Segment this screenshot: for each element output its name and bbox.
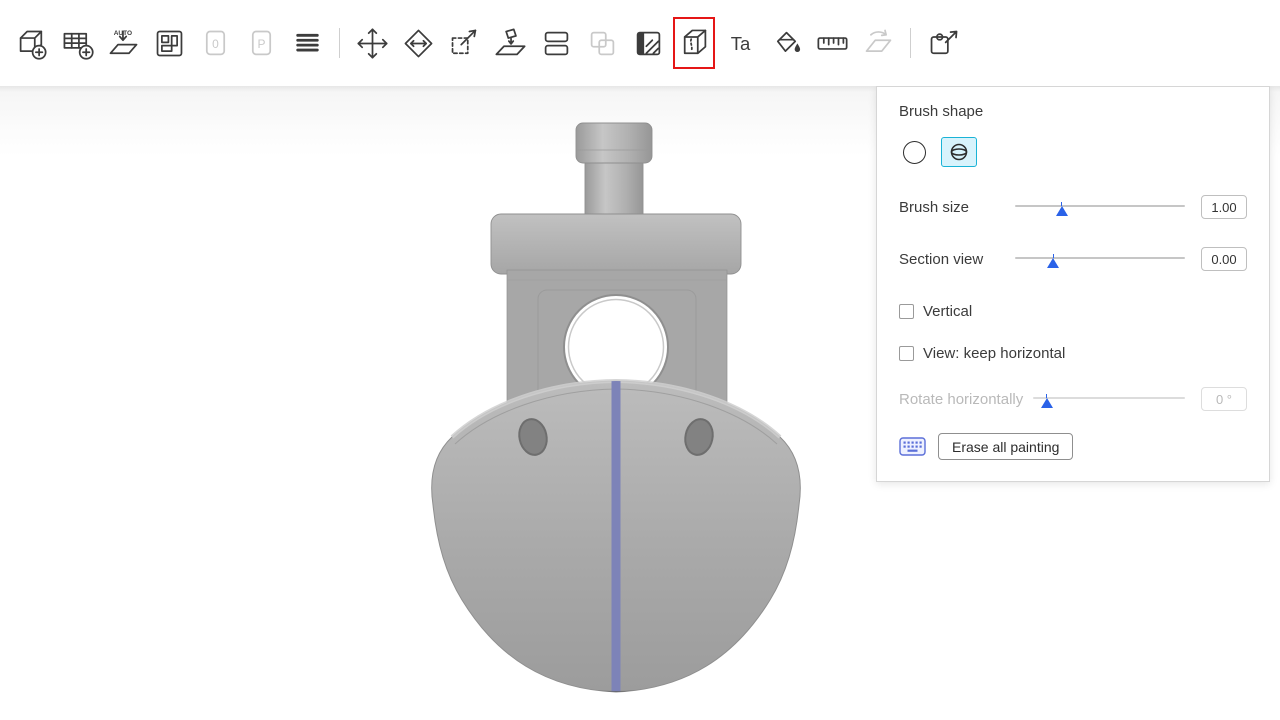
vertical-checkbox[interactable] [899,304,914,319]
seam-paint-stroke [612,381,621,701]
section-view-slider-thumb[interactable] [1047,258,1059,268]
brush-size-slider-thumb[interactable] [1056,206,1068,216]
rotate-horizontally-slider[interactable] [1031,387,1187,411]
arrange-button[interactable] [146,15,192,71]
vertical-checkbox-row[interactable]: Vertical [899,303,1247,320]
brush-size-slider[interactable] [1013,195,1187,219]
seam-painting-button[interactable] [671,15,717,71]
auto-orient-button[interactable]: AUTO [100,15,146,71]
color-painting-button[interactable] [763,15,809,71]
assembly-button[interactable] [855,15,901,71]
brush-size-value[interactable]: 1.00 [1201,195,1247,219]
measure-button[interactable] [809,15,855,71]
brush-shape-label: Brush shape [899,103,1247,120]
brush-shape-circle-button[interactable] [899,137,929,167]
seam-painting-panel: Brush shape Brush size 1.00 Section view… [876,86,1270,482]
rotate-horizontally-slider-thumb[interactable] [1041,398,1053,408]
section-view-slider[interactable] [1013,247,1187,271]
keep-horizontal-checkbox-row[interactable]: View: keep horizontal [899,345,1247,362]
variable-layer-height-button[interactable] [284,15,330,71]
svg-text:P: P [257,36,265,50]
add-object-button[interactable] [8,15,54,71]
keep-horizontal-checkbox[interactable] [899,346,914,361]
circle-brush-icon [903,141,926,164]
section-view-value[interactable]: 0.00 [1201,247,1247,271]
brush-size-label: Brush size [899,199,1013,216]
section-view-slider-track [1015,257,1185,259]
add-plate-button[interactable] [54,15,100,71]
plugin-button[interactable] [920,15,966,71]
support-painting-button[interactable] [625,15,671,71]
move-button[interactable] [349,15,395,71]
svg-text:0: 0 [212,36,219,50]
rotate-horizontally-label: Rotate horizontally [899,391,1023,408]
text-shape-button[interactable]: Ta [717,15,763,71]
brush-size-slider-track [1015,205,1185,207]
copy-button[interactable]: 0 [192,15,238,71]
rotate-horizontally-slider-track [1033,397,1185,399]
place-on-face-button[interactable] [487,15,533,71]
shortcut-hint-button[interactable] [899,437,926,456]
section-view-label: Section view [899,251,1013,268]
sphere-brush-icon [949,142,969,162]
split-to-parts-button[interactable] [579,15,625,71]
scale-button[interactable] [441,15,487,71]
erase-all-painting-button[interactable]: Erase all painting [938,433,1073,460]
keep-horizontal-label: View: keep horizontal [923,345,1065,362]
main-toolbar: AUTO 0 P [0,0,1280,86]
keyboard-icon [899,437,926,456]
benchy-model[interactable] [432,123,801,712]
svg-text:Ta: Ta [730,33,750,54]
toolbar-separator [339,28,340,58]
split-to-objects-button[interactable] [533,15,579,71]
vertical-label: Vertical [923,303,972,320]
toolbar-separator [910,28,911,58]
rotate-button[interactable] [395,15,441,71]
benchy-roof [491,214,741,274]
paste-button[interactable]: P [238,15,284,71]
rotate-horizontally-value: 0 ° [1201,387,1247,411]
brush-shape-sphere-button[interactable] [941,137,977,167]
benchy-chimney-cap [576,123,652,163]
benchy-chimney-body [585,156,643,222]
